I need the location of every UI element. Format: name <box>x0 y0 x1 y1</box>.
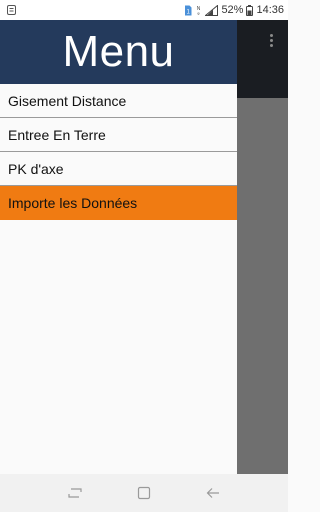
menu-item-label: PK d'axe <box>8 160 64 177</box>
status-left <box>7 5 184 15</box>
nfc-icon: Nᵠ <box>195 5 202 16</box>
menu-item-pk-axe[interactable]: PK d'axe <box>0 152 237 186</box>
clock: 14:36 <box>256 4 284 16</box>
home-icon[interactable] <box>129 478 159 508</box>
menu-item-gisement-distance[interactable]: Gisement Distance <box>0 84 237 118</box>
sim-icon: 1 <box>184 5 192 16</box>
battery-icon <box>246 4 254 16</box>
status-bar: 1 Nᵠ 52% 14:36 <box>0 0 288 20</box>
drawer-header: Menu <box>0 20 237 84</box>
overflow-menu-icon[interactable] <box>270 34 274 47</box>
navigation-drawer: Menu Gisement Distance Entree En Terre P… <box>0 20 237 474</box>
menu-item-importe-donnees[interactable]: Importe les Données <box>0 186 237 220</box>
notification-icon <box>7 5 16 15</box>
menu-list: Gisement Distance Entree En Terre PK d'a… <box>0 84 237 220</box>
status-right: 1 Nᵠ 52% 14:36 <box>184 4 284 16</box>
battery-percent: 52% <box>221 4 244 16</box>
signal-icon <box>205 4 219 16</box>
drawer-title: Menu <box>62 27 175 76</box>
system-nav-bar <box>0 474 288 512</box>
menu-item-label: Importe les Données <box>8 195 138 211</box>
recents-icon[interactable] <box>60 478 90 508</box>
svg-text:ᵠ: ᵠ <box>198 11 201 16</box>
menu-item-label: Entree En Terre <box>8 126 106 143</box>
back-icon[interactable] <box>198 478 228 508</box>
menu-item-label: Gisement Distance <box>8 92 127 109</box>
menu-item-entree-en-terre[interactable]: Entree En Terre <box>0 118 237 152</box>
